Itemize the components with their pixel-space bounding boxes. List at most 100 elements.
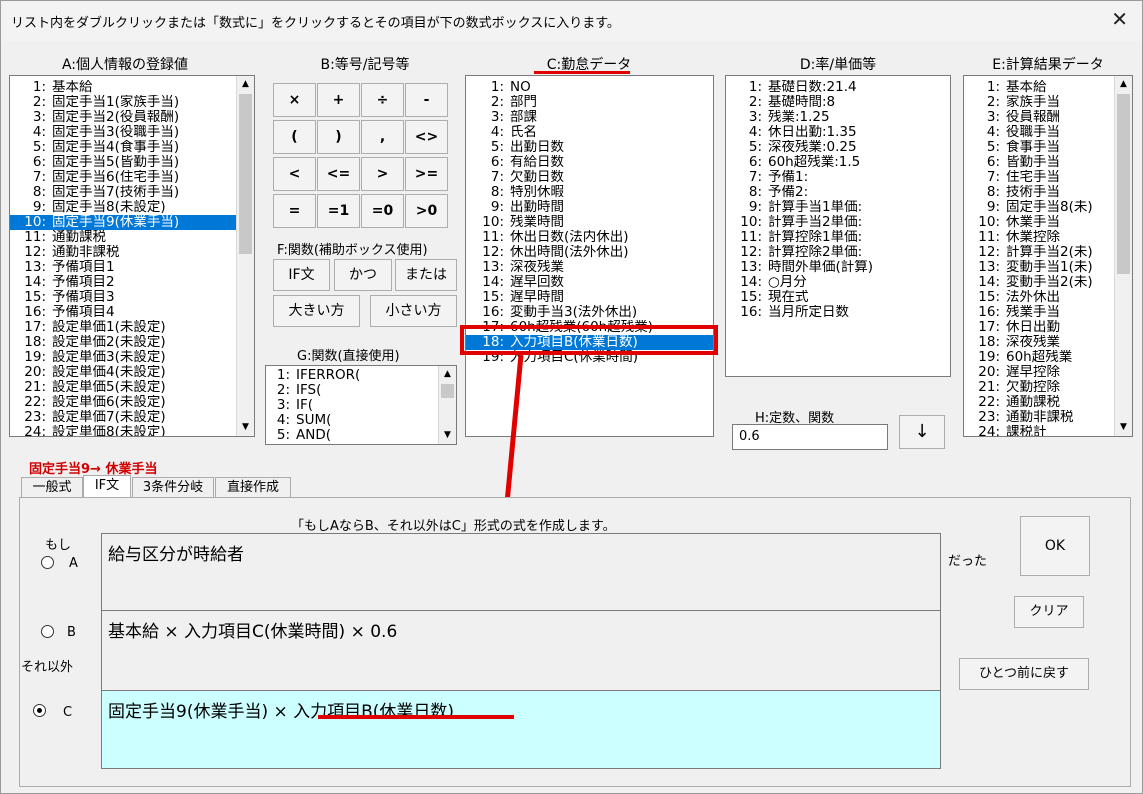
or-function-button[interactable]: または <box>395 259 457 291</box>
symbol-button[interactable]: >0 <box>405 194 448 228</box>
list-a-item[interactable]: 23: 設定単価7(未設定) <box>10 410 236 425</box>
list-e-item[interactable]: 6: 皆勤手当 <box>964 155 1114 170</box>
symbol-button[interactable]: <= <box>317 157 360 191</box>
list-a-item[interactable]: 14: 予備項目2 <box>10 275 236 290</box>
tab-general[interactable]: 一般式 <box>21 477 83 498</box>
const-input[interactable]: 0.6 <box>732 424 888 450</box>
list-e-item[interactable]: 3: 役員報酬 <box>964 110 1114 125</box>
list-d-item[interactable]: 15: 現在式 <box>726 290 950 305</box>
list-d-item[interactable]: 3: 残業:1.25 <box>726 110 950 125</box>
symbol-button[interactable]: < <box>273 157 316 191</box>
list-e-item[interactable]: 11: 休業控除 <box>964 230 1114 245</box>
list-c-item[interactable]: 15: 遅早時間 <box>466 290 713 305</box>
list-e-item[interactable]: 20: 遅早控除 <box>964 365 1114 380</box>
list-c-item[interactable]: 9: 出勤時間 <box>466 200 713 215</box>
list-a-item[interactable]: 20: 設定単価4(未設定) <box>10 365 236 380</box>
list-d-item[interactable]: 8: 予備2: <box>726 185 950 200</box>
list-d-item[interactable]: 16: 当月所定日数 <box>726 305 950 320</box>
list-a-item[interactable]: 11: 通勤課税 <box>10 230 236 245</box>
list-e-item[interactable]: 22: 通勤課税 <box>964 395 1114 410</box>
symbol-button[interactable]: > <box>361 157 404 191</box>
if-function-button[interactable]: IF文 <box>273 259 330 291</box>
list-d-item[interactable]: 10: 計算手当2単価: <box>726 215 950 230</box>
list-a-item[interactable]: 24: 設定単価8(未設定) <box>10 425 236 436</box>
and-function-button[interactable]: かつ <box>334 259 392 291</box>
list-e-item[interactable]: 2: 家族手当 <box>964 95 1114 110</box>
radio-a[interactable] <box>41 556 54 569</box>
list-c-item[interactable]: 5: 出勤日数 <box>466 140 713 155</box>
list-d-item[interactable]: 13: 時間外単価(計算) <box>726 260 950 275</box>
list-a-item[interactable]: 19: 設定単価3(未設定) <box>10 350 236 365</box>
clear-button[interactable]: クリア <box>1014 596 1084 628</box>
list-a-item[interactable]: 9: 固定手当8(未設定) <box>10 200 236 215</box>
list-c-item[interactable]: 6: 有給日数 <box>466 155 713 170</box>
list-d-item[interactable]: 1: 基礎日数:21.4 <box>726 80 950 95</box>
scroll-thumb[interactable] <box>1117 94 1130 274</box>
list-c-item[interactable]: 8: 特別休暇 <box>466 185 713 200</box>
list-a-item[interactable]: 17: 設定単価1(未設定) <box>10 320 236 335</box>
list-e-item[interactable]: 12: 計算手当2(未) <box>964 245 1114 260</box>
list-c-item[interactable]: 4: 氏名 <box>466 125 713 140</box>
list-e-item[interactable]: 16: 残業手当 <box>964 305 1114 320</box>
list-d-item[interactable]: 2: 基礎時間:8 <box>726 95 950 110</box>
list-a-item[interactable]: 7: 固定手当6(住宅手当) <box>10 170 236 185</box>
list-a-item[interactable]: 12: 通勤非課税 <box>10 245 236 260</box>
list-g-scrollbar[interactable]: ▲ ▼ <box>438 366 456 444</box>
list-d[interactable]: 1: 基礎日数:21.4 2: 基礎時間:8 3: 残業:1.25 4: 休日出勤:1.35 5… <box>725 75 951 377</box>
list-a-item[interactable]: 1: 基本給 <box>10 80 236 95</box>
list-a-item[interactable]: 18: 設定単価2(未設定) <box>10 335 236 350</box>
list-c-item[interactable]: 16: 変動手当3(法外休出) <box>466 305 713 320</box>
list-a-scrollbar[interactable]: ▲ ▼ <box>236 76 254 436</box>
list-g[interactable]: 1: IFERROR(2: IFS(3: IF(4: SUM(5: AND( ▲ ▼ <box>265 365 457 445</box>
radio-c[interactable] <box>33 704 46 717</box>
list-e-scrollbar[interactable]: ▲ ▼ <box>1114 76 1132 436</box>
list-g-item[interactable]: 4: SUM( <box>266 413 438 428</box>
scroll-up-icon[interactable]: ▲ <box>1115 76 1132 93</box>
tab-3-branch[interactable]: 3条件分岐 <box>132 477 214 498</box>
symbol-button[interactable]: =1 <box>317 194 360 228</box>
list-a-item[interactable]: 6: 固定手当5(皆勤手当) <box>10 155 236 170</box>
list-e[interactable]: 1: 基本給 2: 家族手当 3: 役員報酬 4: 役職手当 5: 食事手当 6: 皆勤手当 7: 住宅手… <box>963 75 1133 437</box>
list-e-item[interactable]: 8: 技術手当 <box>964 185 1114 200</box>
list-g-item[interactable]: 5: AND( <box>266 428 438 443</box>
list-e-item[interactable]: 9: 固定手当8(未) <box>964 200 1114 215</box>
symbol-button[interactable]: >= <box>405 157 448 191</box>
list-e-item[interactable]: 14: 変動手当2(未) <box>964 275 1114 290</box>
list-c-item[interactable]: 7: 欠勤日数 <box>466 170 713 185</box>
list-e-item[interactable]: 10: 休業手当 <box>964 215 1114 230</box>
list-e-item[interactable]: 17: 休日出勤 <box>964 320 1114 335</box>
list-g-item[interactable]: 2: IFS( <box>266 383 438 398</box>
list-d-item[interactable]: 11: 計算控除1単価: <box>726 230 950 245</box>
list-e-item[interactable]: 5: 食事手当 <box>964 140 1114 155</box>
list-e-item[interactable]: 19: 60h超残業 <box>964 350 1114 365</box>
list-d-item[interactable]: 12: 計算控除2単価: <box>726 245 950 260</box>
list-e-item[interactable]: 23: 通勤非課税 <box>964 410 1114 425</box>
list-d-item[interactable]: 4: 休日出勤:1.35 <box>726 125 950 140</box>
list-a-item[interactable]: 15: 予備項目3 <box>10 290 236 305</box>
list-c-item[interactable]: 14: 遅早回数 <box>466 275 713 290</box>
list-g-item[interactable]: 1: IFERROR( <box>266 368 438 383</box>
scroll-down-icon[interactable]: ▼ <box>1115 419 1132 436</box>
radio-b[interactable] <box>41 625 54 638</box>
list-e-item[interactable]: 7: 住宅手当 <box>964 170 1114 185</box>
list-e-item[interactable]: 13: 変動手当1(未) <box>964 260 1114 275</box>
list-a-item[interactable]: 16: 予備項目4 <box>10 305 236 320</box>
list-a-item[interactable]: 10: 固定手当9(休業手当) <box>10 215 236 230</box>
tab-direct[interactable]: 直接作成 <box>215 477 291 498</box>
min-function-button[interactable]: 小さい方 <box>370 295 457 327</box>
symbol-button[interactable]: ) <box>317 120 360 154</box>
list-c-item[interactable]: 11: 休出日数(法内休出) <box>466 230 713 245</box>
scroll-up-icon[interactable]: ▲ <box>237 76 254 93</box>
list-a-item[interactable]: 13: 予備項目1 <box>10 260 236 275</box>
symbol-button[interactable]: ÷ <box>361 83 404 117</box>
list-a-item[interactable]: 5: 固定手当4(食事手当) <box>10 140 236 155</box>
undo-button[interactable]: ひとつ前に戻す <box>959 658 1089 690</box>
symbol-button[interactable]: <> <box>405 120 448 154</box>
list-a-item[interactable]: 2: 固定手当1(家族手当) <box>10 95 236 110</box>
list-a-item[interactable]: 22: 設定単価6(未設定) <box>10 395 236 410</box>
list-c-item[interactable]: 10: 残業時間 <box>466 215 713 230</box>
symbol-button[interactable]: × <box>273 83 316 117</box>
scroll-thumb[interactable] <box>239 94 252 254</box>
list-e-item[interactable]: 21: 欠勤控除 <box>964 380 1114 395</box>
list-d-item[interactable]: 6: 60h超残業:1.5 <box>726 155 950 170</box>
